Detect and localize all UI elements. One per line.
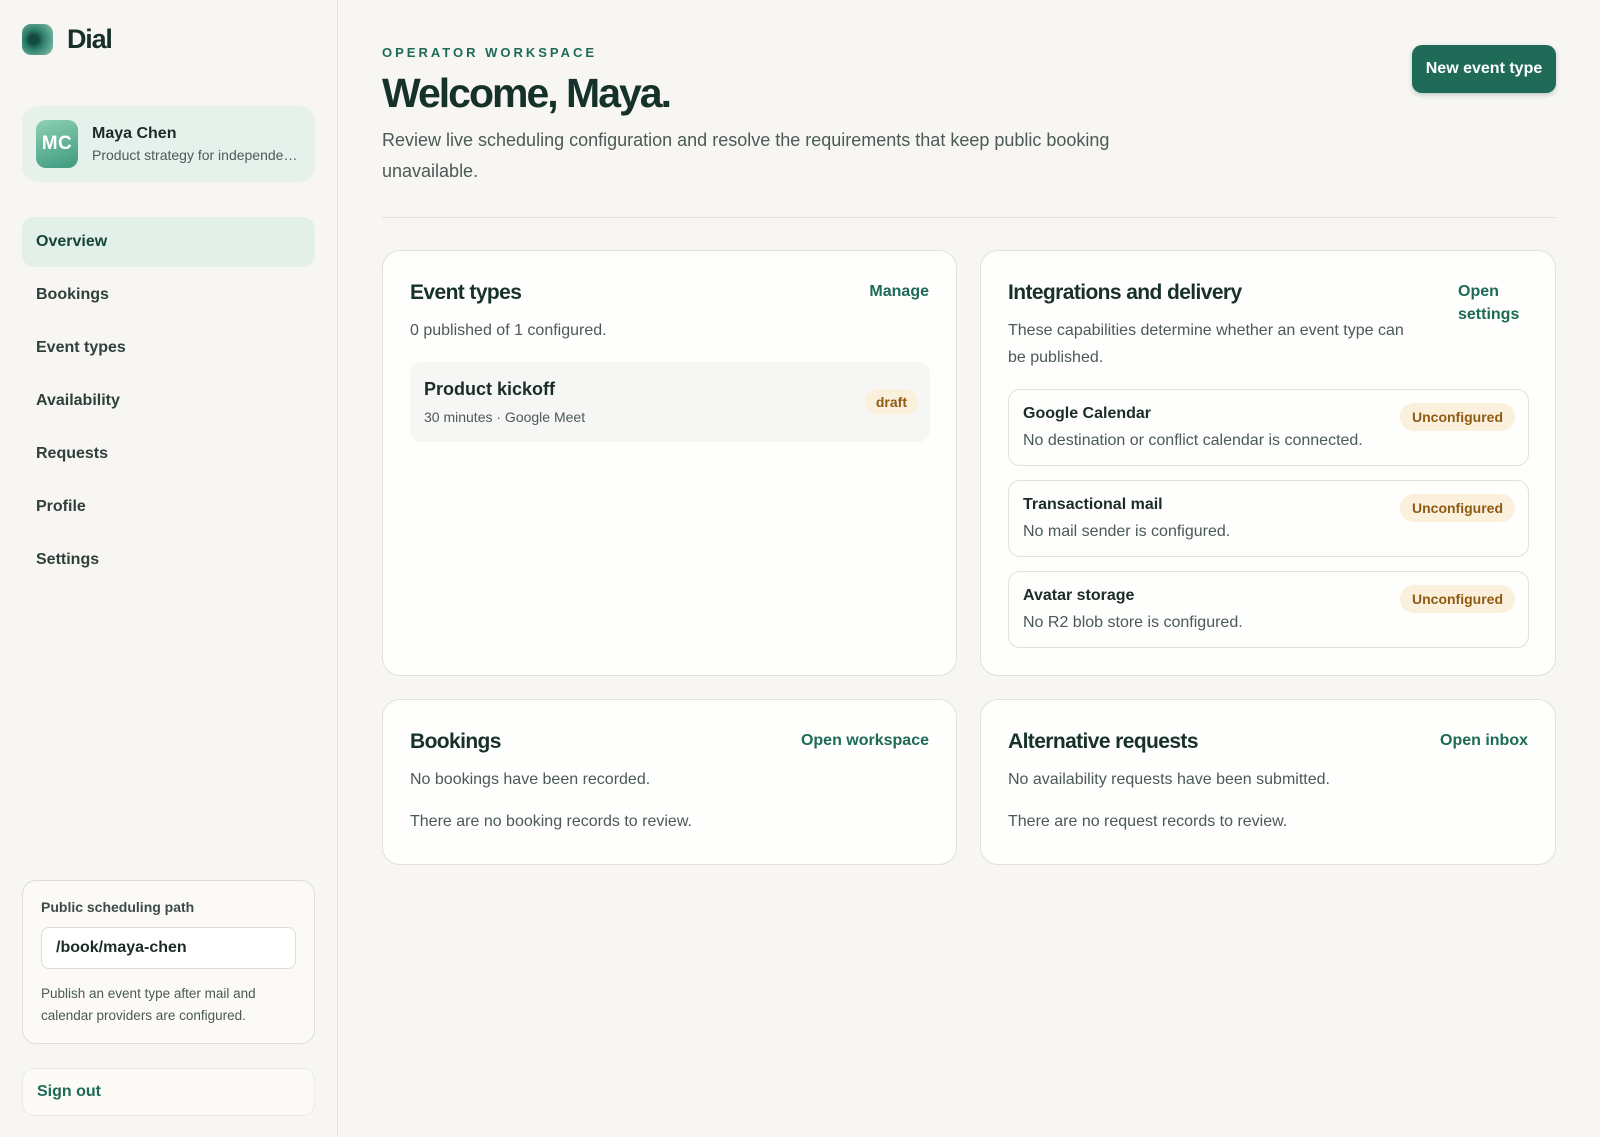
profile-subtitle: Product strategy for independent teams (92, 147, 302, 163)
page-title: Welcome, Maya. (382, 70, 672, 116)
bookings-summary: No bookings have been recorded. (410, 771, 651, 788)
sidebar-item-settings[interactable]: Settings (22, 535, 315, 585)
integration-name: Google Calendar (1023, 405, 1152, 422)
open-workspace-link[interactable]: Open workspace (801, 729, 929, 752)
sidebar-nav: Overview Bookings Event types Availabili… (22, 217, 315, 588)
public-path-label: Public scheduling path (41, 899, 195, 915)
event-types-title: Event types (410, 281, 522, 304)
integrations-title: Integrations and delivery (1008, 281, 1242, 304)
status-badge: Unconfigured (1400, 403, 1515, 431)
bookings-title: Bookings (410, 730, 501, 753)
list-item[interactable]: Transactional mail No mail sender is con… (1008, 480, 1529, 557)
event-name: Product kickoff (424, 379, 556, 399)
event-meta: 30 minutes · Google Meet (424, 409, 586, 425)
manage-link[interactable]: Manage (869, 280, 929, 303)
avatar: MC (36, 120, 78, 168)
brand[interactable]: Dial (22, 24, 113, 55)
page-eyebrow: OPERATOR WORKSPACE (382, 45, 598, 60)
sign-out-button[interactable]: Sign out (22, 1068, 315, 1116)
open-settings-link[interactable]: Open settings (1458, 280, 1528, 326)
integrations-summary: These capabilities determine whether an … (1008, 322, 1404, 366)
status-badge: Unconfigured (1400, 585, 1515, 613)
public-path-card: Public scheduling path Publish an event … (22, 880, 315, 1044)
bookings-empty-state: There are no booking records to review. (410, 813, 692, 830)
dial-logo-icon (22, 24, 53, 55)
integration-description: No destination or conflict calendar is c… (1023, 432, 1363, 449)
sidebar-item-requests[interactable]: Requests (22, 429, 315, 479)
sidebar-item-availability[interactable]: Availability (22, 376, 315, 426)
sidebar-item-profile[interactable]: Profile (22, 482, 315, 532)
bookings-card: Bookings Open workspace No bookings have… (382, 699, 957, 865)
public-path-input[interactable] (41, 927, 296, 969)
profile-name: Maya Chen (92, 125, 177, 142)
list-item[interactable]: Google Calendar No destination or confli… (1008, 389, 1529, 466)
open-inbox-link[interactable]: Open inbox (1440, 729, 1528, 752)
integration-name: Avatar storage (1023, 587, 1135, 604)
requests-summary: No availability requests have been submi… (1008, 771, 1330, 788)
integration-description: No R2 blob store is configured. (1023, 614, 1243, 631)
page-intro: Review live scheduling configuration and… (382, 130, 1110, 181)
list-item[interactable]: Product kickoff 30 minutes · Google Meet… (410, 362, 930, 442)
integrations-card: Integrations and delivery Open settings … (980, 250, 1556, 676)
requests-card: Alternative requests Open inbox No avail… (980, 699, 1556, 865)
sidebar-item-bookings[interactable]: Bookings (22, 270, 315, 320)
integration-description: No mail sender is configured. (1023, 523, 1231, 540)
brand-name: Dial (67, 24, 113, 54)
requests-title: Alternative requests (1008, 730, 1199, 753)
event-types-summary: 0 published of 1 configured. (410, 322, 607, 339)
sidebar: Dial MC Maya Chen Product strategy for i… (0, 0, 338, 1137)
event-types-card: Event types Manage 0 published of 1 conf… (382, 250, 957, 676)
list-item[interactable]: Avatar storage No R2 blob store is confi… (1008, 571, 1529, 648)
public-path-help: Publish an event type after mail and cal… (41, 986, 256, 1023)
sidebar-item-event-types[interactable]: Event types (22, 323, 315, 373)
profile-text: Maya Chen Product strategy for independe… (92, 125, 302, 163)
integration-name: Transactional mail (1023, 496, 1163, 513)
header-divider (382, 217, 1556, 218)
profile-card[interactable]: MC Maya Chen Product strategy for indepe… (22, 106, 315, 182)
new-event-type-button[interactable]: New event type (1412, 45, 1556, 93)
status-badge: Unconfigured (1400, 494, 1515, 522)
status-badge: draft (864, 389, 918, 415)
requests-empty-state: There are no request records to review. (1008, 813, 1288, 830)
sidebar-item-overview[interactable]: Overview (22, 217, 315, 267)
